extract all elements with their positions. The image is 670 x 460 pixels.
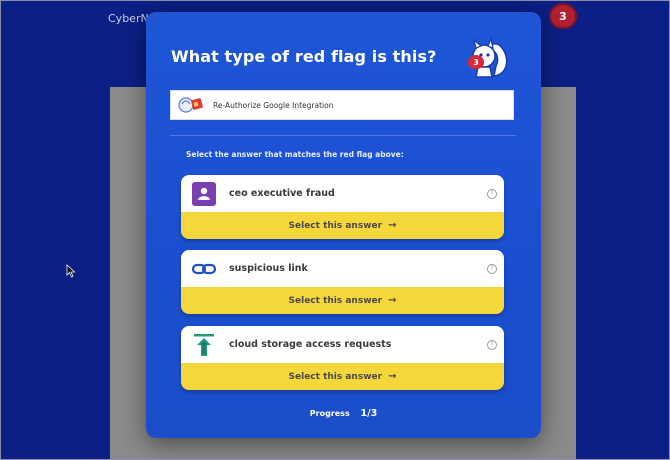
email-preview-bar: Re-Authorize Google Integration [170,90,514,120]
answer-instruction: Select the answer that matches the red f… [186,150,404,159]
arrow-right-icon: → [388,295,397,306]
mouse-cursor-icon [66,264,76,278]
answer-card-header: ceo executive fraud ? [181,175,504,212]
progress-count: 1/3 [360,408,378,419]
answer-card-suspicious-link: suspicious link ? Select this answer → [181,250,504,314]
help-question-icon[interactable]: ? [487,189,497,199]
upload-arrow-icon [194,333,214,356]
mascot-heart-badge: 3 [468,55,484,69]
answer-card-header: cloud storage access requests ? [181,326,504,363]
background-notification-badge[interactable]: 3 [551,5,575,27]
email-sender-logo-icon [178,97,203,113]
section-divider [170,135,516,136]
progress-indicator: Progress 1/3 [146,408,541,419]
select-answer-label: Select this answer [288,371,383,382]
arrow-right-icon: → [388,220,397,231]
background-brand-text: CyberN [108,12,149,25]
modal-title: What type of red flag is this? [171,47,437,66]
select-answer-button[interactable]: Select this answer → [181,212,504,239]
arrow-right-icon: → [388,371,397,382]
answer-card-ceo-executive-fraud: ceo executive fraud ? Select this answer… [181,175,504,239]
select-answer-label: Select this answer [288,220,383,231]
help-question-icon[interactable]: ? [487,340,497,350]
red-flag-quiz-modal: What type of red flag is this? 3 Re-Auth… [146,12,541,438]
answer-card-cloud-storage-access-requests: cloud storage access requests ? Select t… [181,326,504,390]
help-question-icon[interactable]: ? [487,264,497,274]
ceo-person-icon [192,181,216,206]
select-answer-button[interactable]: Select this answer → [181,363,504,390]
select-answer-label: Select this answer [288,295,383,306]
answer-label: suspicious link [229,263,308,274]
answer-label: ceo executive fraud [229,188,335,199]
answer-label: cloud storage access requests [229,339,392,350]
answer-card-header: suspicious link ? [181,250,504,287]
email-subject: Re-Authorize Google Integration [213,100,334,110]
progress-label: Progress [309,409,350,418]
select-answer-button[interactable]: Select this answer → [181,287,504,314]
link-chain-icon [191,263,217,274]
